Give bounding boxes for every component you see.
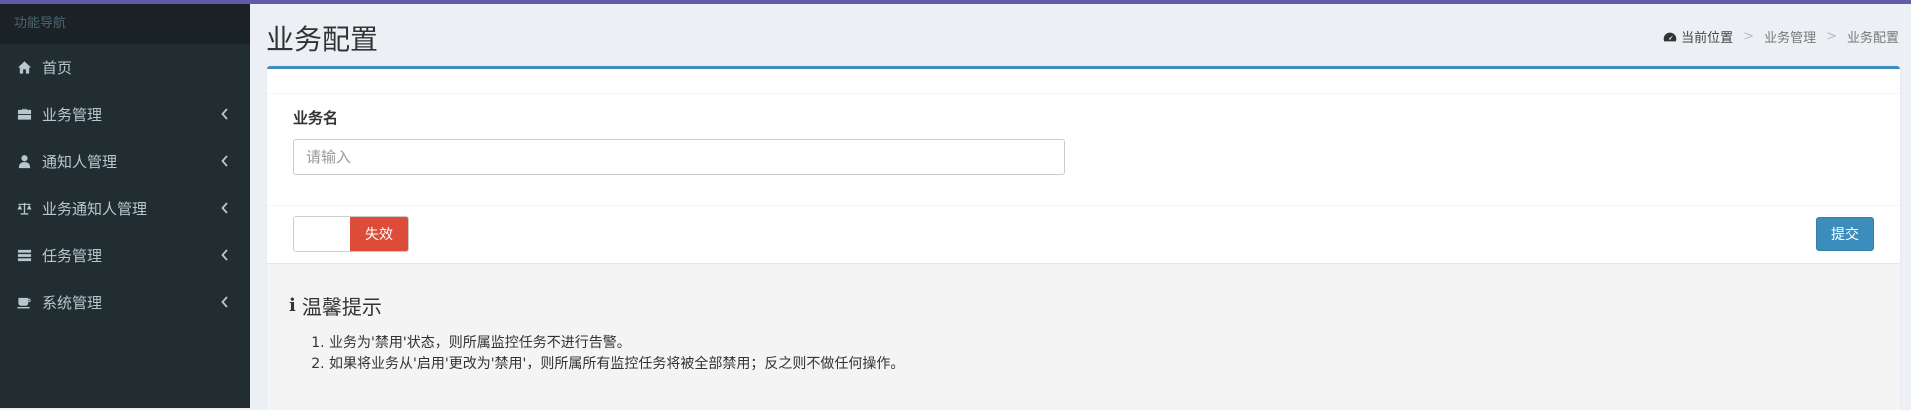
briefcase-icon [16, 107, 32, 123]
status-toggle[interactable]: 失效 [293, 216, 409, 252]
chevron-left-icon [220, 247, 230, 263]
sidebar-item-business-notifier-management[interactable]: 业务通知人管理 [0, 185, 250, 232]
coffee-icon [16, 295, 32, 311]
breadcrumb-separator: > [1826, 29, 1837, 44]
status-toggle-off-label: 失效 [350, 217, 408, 251]
submit-button[interactable]: 提交 [1816, 217, 1874, 251]
sidebar-item-label: 业务管理 [42, 106, 103, 124]
sidebar: 功能导航 首页 业务管理 通知人管理 业务通知人管理 任务管理 系统管理 [0, 4, 250, 408]
business-name-label: 业务名 [293, 109, 339, 127]
sidebar-item-label: 系统管理 [42, 294, 103, 312]
sidebar-item-label: 任务管理 [42, 247, 103, 265]
breadcrumb: 当前位置 > 业务管理 > 业务配置 [1663, 27, 1899, 46]
sidebar-item-label: 通知人管理 [42, 153, 118, 171]
chevron-left-icon [220, 200, 230, 216]
tasks-icon [16, 248, 32, 264]
sidebar-item-label: 业务通知人管理 [42, 200, 148, 218]
chevron-left-icon [220, 294, 230, 310]
breadcrumb-separator: > [1743, 29, 1755, 44]
sidebar-item-system-management[interactable]: 系统管理 [0, 279, 250, 326]
tip-item: 业务为'禁用'状态，则所属监控任务不进行告警。 [329, 333, 904, 354]
toggle-handle[interactable] [294, 217, 350, 251]
form-area: 业务名 [267, 94, 1900, 206]
chevron-left-icon [220, 106, 230, 122]
page-title: 业务配置 [266, 23, 379, 56]
tips-title: i 温馨提示 [289, 291, 382, 320]
main-content: 业务配置 当前位置 > 业务管理 > 业务配置 业务名 失效 提交 i 温馨提示… [250, 4, 1911, 410]
breadcrumb-link-business-management[interactable]: 业务管理 [1764, 27, 1816, 46]
tips-callout: i 温馨提示 业务为'禁用'状态，则所属监控任务不进行告警。 如果将业务从'启用… [267, 263, 1900, 410]
info-icon: i [289, 295, 296, 316]
business-name-input[interactable] [293, 139, 1065, 175]
user-icon [16, 154, 32, 170]
balance-scale-icon [16, 201, 32, 217]
sidebar-header: 功能导航 [0, 4, 250, 44]
tips-title-text: 温馨提示 [301, 295, 382, 319]
chevron-left-icon [220, 153, 230, 169]
dashboard-icon [1663, 30, 1677, 44]
sidebar-item-business-management[interactable]: 业务管理 [0, 91, 250, 138]
tip-item: 如果将业务从'启用'更改为'禁用'，则所属所有监控任务将被全部禁用；反之则不做任… [329, 354, 904, 375]
sidebar-item-label: 首页 [42, 59, 73, 77]
breadcrumb-current-label: 当前位置 [1681, 31, 1734, 46]
config-panel: 业务名 失效 提交 i 温馨提示 业务为'禁用'状态，则所属监控任务不进行告警。… [267, 66, 1900, 410]
sidebar-item-task-management[interactable]: 任务管理 [0, 232, 250, 279]
home-icon [16, 60, 32, 76]
sidebar-item-notifier-management[interactable]: 通知人管理 [0, 138, 250, 185]
tips-list: 业务为'禁用'状态，则所属监控任务不进行告警。 如果将业务从'启用'更改为'禁用… [309, 333, 904, 375]
panel-header [267, 69, 1900, 94]
sidebar-item-home[interactable]: 首页 [0, 44, 250, 91]
breadcrumb-link-business-config[interactable]: 业务配置 [1847, 27, 1899, 46]
